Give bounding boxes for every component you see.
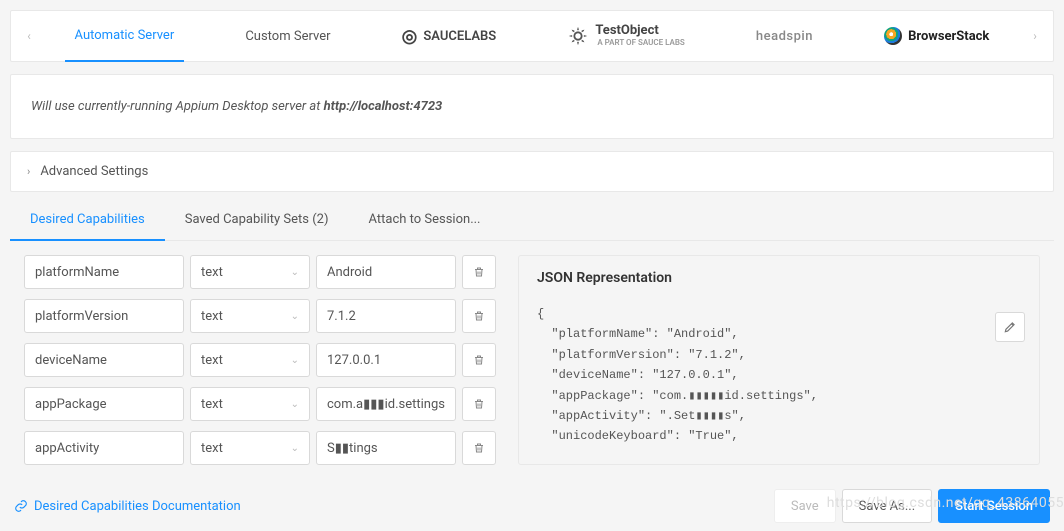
trash-icon [473,353,485,367]
cap-delete-button[interactable] [462,431,496,465]
desired-capabilities-doc-link[interactable]: Desired Capabilities Documentation [14,499,241,514]
server-tabs-bar: ‹ Automatic Server Custom Server ◎ SAUCE… [10,10,1054,62]
advanced-settings-toggle[interactable]: › Advanced Settings [11,152,1053,191]
cap-value-input[interactable]: Android [316,255,456,289]
tab-browserstack[interactable]: BrowserStack [874,10,999,62]
cap-type-select[interactable]: text⌄ [190,387,310,421]
capability-row: platformVersiontext⌄7.1.2 [24,299,504,333]
tab-testobject[interactable]: TestObject A PART OF SAUCE LABS [557,10,694,62]
chevron-right-icon: › [27,165,30,178]
cap-delete-button[interactable] [462,343,496,377]
cap-name-input[interactable]: platformName [24,255,184,289]
start-session-button[interactable]: Start Session [938,489,1050,523]
chevron-down-icon: ⌄ [291,443,299,454]
tab-saved-capability-sets[interactable]: Saved Capability Sets (2) [165,200,349,240]
cap-type-select[interactable]: text⌄ [190,343,310,377]
tab-headspin[interactable]: headspin [746,10,823,62]
cap-delete-button[interactable] [462,255,496,289]
cap-value-input[interactable]: 7.1.2 [316,299,456,333]
chevron-down-icon: ⌄ [291,355,299,366]
chevron-down-icon: ⌄ [291,267,299,278]
browserstack-icon [884,27,902,45]
server-info-panel: Will use currently-running Appium Deskto… [10,74,1054,139]
json-title: JSON Representation [537,270,1021,286]
cap-type-select[interactable]: text⌄ [190,431,310,465]
cap-name-input[interactable]: appActivity [24,431,184,465]
server-info-url: http://localhost:4723 [324,99,443,114]
advanced-settings-panel: › Advanced Settings [10,151,1054,192]
tab-attach-to-session[interactable]: Attach to Session... [349,200,501,240]
cap-value-input[interactable]: S▮▮tings [316,431,456,465]
tab-custom-server[interactable]: Custom Server [235,10,340,62]
cap-type-select[interactable]: text⌄ [190,255,310,289]
json-representation-panel: JSON Representation { "platformName": "A… [518,255,1040,465]
testobject-sublabel: A PART OF SAUCE LABS [597,39,684,48]
cap-name-input[interactable]: deviceName [24,343,184,377]
testobject-icon [567,25,589,47]
testobject-label: TestObject [595,24,684,38]
cap-name-input[interactable]: appPackage [24,387,184,421]
cap-delete-button[interactable] [462,299,496,333]
tab-desired-capabilities[interactable]: Desired Capabilities [10,200,165,241]
save-button[interactable]: Save [774,489,836,523]
json-body: { "platformName": "Android", "platformVe… [537,304,1021,447]
capability-row: appPackagetext⌄com.a▮▮▮id.settings [24,387,504,421]
cap-delete-button[interactable] [462,387,496,421]
server-info-text: Will use currently-running Appium Deskto… [31,99,324,114]
save-as-button[interactable]: Save As... [842,489,933,523]
cap-value-input[interactable]: 127.0.0.1 [316,343,456,377]
capability-row: appActivitytext⌄S▮▮tings [24,431,504,465]
link-icon [14,499,28,513]
trash-icon [473,265,485,279]
tab-automatic-server[interactable]: Automatic Server [65,10,185,62]
capability-row: deviceNametext⌄127.0.0.1 [24,343,504,377]
trash-icon [473,309,485,323]
trash-icon [473,441,485,455]
saucelabs-label: SAUCELABS [423,29,496,44]
edit-json-button[interactable] [995,312,1025,342]
chevron-down-icon: ⌄ [291,399,299,410]
tabs-scroll-left[interactable]: ‹ [19,29,39,43]
advanced-settings-label: Advanced Settings [40,164,148,179]
cap-name-input[interactable]: platformVersion [24,299,184,333]
capability-sub-tabs: Desired Capabilities Saved Capability Se… [10,200,1054,241]
saucelabs-icon: ◎ [402,26,418,47]
capabilities-list: platformNametext⌄AndroidplatformVersiont… [24,255,504,465]
trash-icon [473,397,485,411]
browserstack-label: BrowserStack [908,29,989,44]
tabs-scroll-right[interactable]: › [1025,29,1045,43]
tab-saucelabs[interactable]: ◎ SAUCELABS [392,10,507,62]
cap-type-select[interactable]: text⌄ [190,299,310,333]
capability-row: platformNametext⌄Android [24,255,504,289]
cap-value-input[interactable]: com.a▮▮▮id.settings [316,387,456,421]
chevron-down-icon: ⌄ [291,311,299,322]
doc-link-label: Desired Capabilities Documentation [34,499,241,514]
pencil-icon [1003,320,1017,334]
